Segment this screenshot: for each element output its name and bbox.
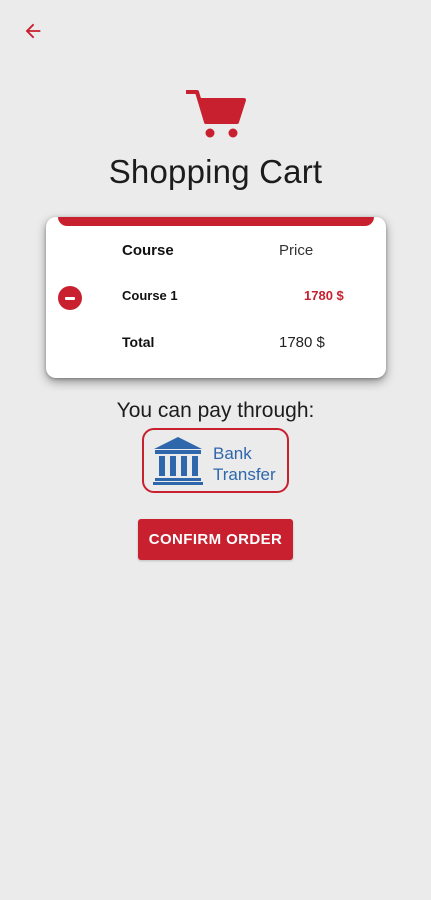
bank-transfer-label: Bank Transfer [213, 443, 276, 485]
bank-building-icon [153, 437, 203, 485]
cart-item-name: Course 1 [122, 288, 178, 303]
page-title: Shopping Cart [108, 153, 323, 190]
cart-item-price: 1780 $ [304, 288, 344, 303]
total-value: 1780 $ [279, 334, 325, 351]
shopping-cart-icon [185, 88, 246, 140]
payment-prompt: You can pay through: [116, 399, 315, 422]
remove-circle-icon [65, 296, 75, 300]
bank-transfer-label-line2: Transfer [213, 465, 276, 484]
bank-transfer-button[interactable]: Bank Transfer [142, 428, 289, 493]
bank-transfer-label-line1: Bank [213, 444, 252, 463]
column-header-course: Course [122, 242, 174, 259]
card-accent-bar [58, 217, 374, 226]
remove-item-button[interactable] [58, 286, 82, 310]
arrow-left-icon [25, 23, 41, 39]
back-button[interactable] [18, 16, 48, 46]
column-header-price: Price [279, 242, 314, 259]
confirm-order-button[interactable]: CONFIRM ORDER [138, 519, 293, 560]
cart-card: Course Price Course 1 1780 $ Total 1780 … [46, 217, 386, 378]
total-label: Total [122, 334, 155, 350]
